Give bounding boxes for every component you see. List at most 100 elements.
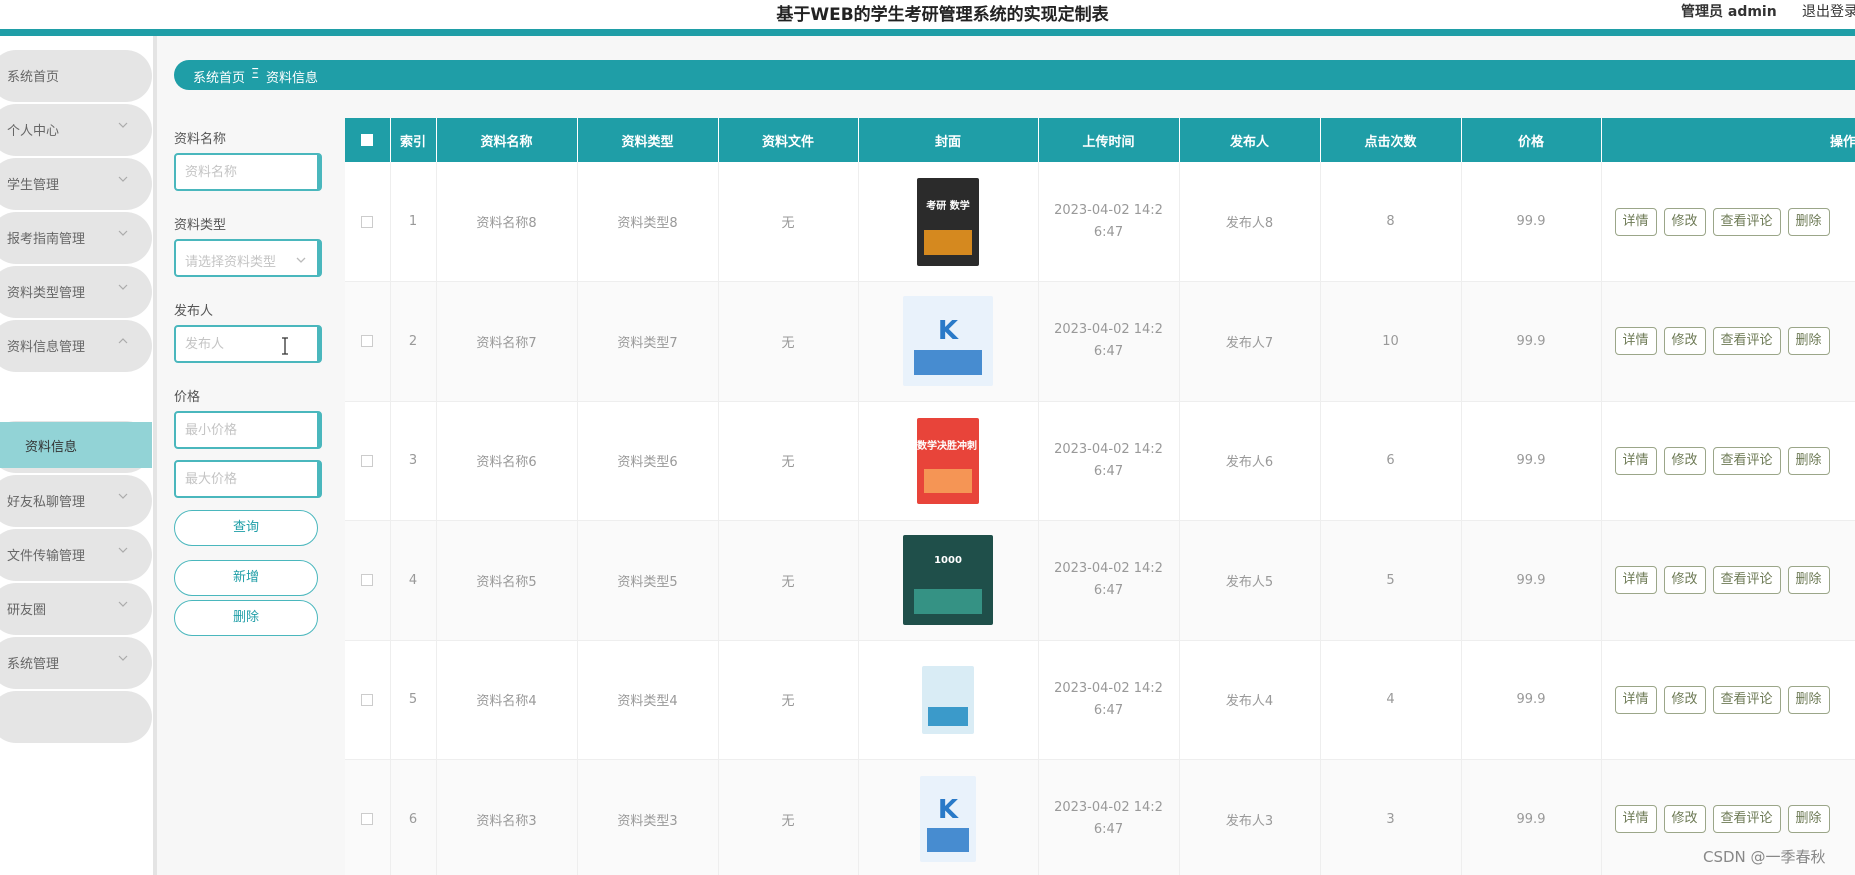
row-delete-button[interactable]: 删除: [1787, 207, 1830, 236]
delete-button[interactable]: 删除: [174, 600, 318, 636]
row-delete-button[interactable]: 删除: [1787, 566, 1830, 595]
select-all-cell[interactable]: [345, 118, 391, 162]
row-checkbox[interactable]: [361, 693, 374, 706]
chevron-down-icon: [118, 122, 128, 128]
view-comments-button[interactable]: 查看评论: [1712, 566, 1781, 595]
cell-publisher: 发布人7: [1179, 281, 1321, 402]
table-row[interactable]: 5 资料名称4 资料类型4 无 2023-04-02 14:26:47 发布人4 4 99.9…: [345, 640, 1855, 760]
cover-band: [926, 827, 970, 852]
detail-button[interactable]: 详情: [1614, 805, 1657, 834]
chevron-down-icon: [118, 547, 128, 553]
view-comments-button[interactable]: 查看评论: [1712, 805, 1781, 834]
cell-name: 资料名称3: [436, 759, 578, 875]
type-select[interactable]: 请选择资料类型: [174, 239, 322, 277]
view-comments-button[interactable]: 查看评论: [1712, 446, 1781, 475]
breadcrumb-home[interactable]: 系统首页: [193, 67, 245, 86]
sidebar-item-4[interactable]: 资料类型管理: [0, 266, 152, 318]
select-all-checkbox[interactable]: [361, 134, 374, 146]
cell-type: 资料类型6: [577, 401, 719, 521]
cell-publisher: 发布人5: [1179, 520, 1321, 641]
row-select-cell[interactable]: [345, 162, 391, 282]
cell-index: 1: [390, 162, 437, 282]
cover-image: K: [903, 774, 993, 864]
row-select-cell[interactable]: [345, 640, 391, 760]
row-select-cell[interactable]: [345, 281, 391, 402]
detail-button[interactable]: 详情: [1614, 207, 1657, 236]
sidebar-item-10[interactable]: 系统管理: [0, 637, 152, 689]
row-checkbox[interactable]: [361, 454, 374, 467]
min-price-input[interactable]: [174, 411, 322, 449]
edit-button[interactable]: 修改: [1663, 207, 1706, 236]
chevron-down-icon: [118, 230, 128, 236]
edit-button[interactable]: 修改: [1663, 685, 1706, 714]
name-label: 资料名称: [174, 132, 227, 147]
sidebar-item-9[interactable]: 研友圈: [0, 583, 152, 635]
row-select-cell[interactable]: [345, 520, 391, 641]
row-delete-button[interactable]: 删除: [1787, 327, 1830, 356]
edit-button[interactable]: 修改: [1663, 566, 1706, 595]
sidebar-item-8[interactable]: 文件传输管理: [0, 529, 152, 581]
row-delete-button[interactable]: 删除: [1787, 805, 1830, 834]
sidebar-item-5[interactable]: 资料信息管理: [0, 320, 152, 372]
cell-actions: 详情 修改 查看评论 删除: [1601, 401, 1855, 521]
col-cover: 封面: [858, 118, 1039, 162]
book-cover-graphic: 考研 数学: [917, 177, 979, 266]
logout-link[interactable]: 退出登录: [1802, 1, 1855, 21]
table-row[interactable]: 2 资料名称7 资料类型7 无 K 2023-04-02 14:26:47 发布人7 10 99…: [345, 281, 1855, 402]
cell-type: 资料类型3: [577, 759, 719, 875]
row-delete-button[interactable]: 删除: [1787, 446, 1830, 475]
table-row[interactable]: 1 资料名称8 资料类型8 无 考研 数学 2023-04-02 14:26:47 发布人8…: [345, 162, 1855, 282]
row-select-cell[interactable]: [345, 759, 391, 875]
sidebar-item-7[interactable]: 好友私聊管理: [0, 475, 152, 527]
cell-price: 99.9: [1461, 759, 1602, 875]
edit-button[interactable]: 修改: [1663, 446, 1706, 475]
publisher-input[interactable]: [174, 325, 322, 363]
cover-title: K: [937, 316, 959, 347]
detail-button[interactable]: 详情: [1614, 566, 1657, 595]
detail-button[interactable]: 详情: [1614, 446, 1657, 475]
name-input[interactable]: [174, 153, 322, 191]
view-comments-button[interactable]: 查看评论: [1712, 685, 1781, 714]
sidebar-item-more[interactable]: [0, 691, 152, 743]
row-checkbox[interactable]: [361, 335, 374, 348]
add-button[interactable]: 新增: [174, 560, 318, 596]
detail-button[interactable]: 详情: [1614, 685, 1657, 714]
type-label: 资料类型: [174, 218, 227, 233]
cell-clicks: 5: [1320, 520, 1462, 641]
cover-band: [924, 230, 972, 255]
row-checkbox[interactable]: [361, 813, 374, 826]
sidebar-item-1[interactable]: 个人中心: [0, 104, 152, 156]
edit-button[interactable]: 修改: [1663, 805, 1706, 834]
sidebar-item-label: 报考指南管理: [7, 232, 86, 247]
upload-time-text: 2023-04-02 14:26:47: [1054, 441, 1163, 479]
cell-price: 99.9: [1461, 162, 1602, 282]
cell-actions: 详情 修改 查看评论 删除: [1601, 640, 1855, 760]
view-comments-button[interactable]: 查看评论: [1712, 207, 1781, 236]
view-comments-button[interactable]: 查看评论: [1712, 327, 1781, 356]
cell-clicks: 4: [1320, 640, 1462, 760]
sidebar-item-label: 资料信息管理: [7, 340, 86, 355]
cell-clicks: 8: [1320, 162, 1462, 282]
sidebar-subitem-active[interactable]: 资料信息: [0, 422, 152, 468]
table-header: 索引 资料名称 资料类型 资料文件 封面 上传时间 发布人 点击次数 价格 操作: [345, 118, 1855, 162]
max-price-input[interactable]: [174, 460, 322, 498]
sidebar-item-0[interactable]: 系统首页: [0, 50, 152, 102]
row-checkbox[interactable]: [361, 574, 374, 587]
query-button[interactable]: 查询: [174, 510, 318, 546]
table-row[interactable]: 6 资料名称3 资料类型3 无 K 2023-04-02 14:26:47 发布人3 3 99.…: [345, 759, 1855, 875]
table-row[interactable]: 4 资料名称5 资料类型5 无 1000 2023-04-02 14:26:47 发布人5 5…: [345, 520, 1855, 641]
sidebar-item-3[interactable]: 报考指南管理: [0, 212, 152, 264]
breadcrumb-separator: Ξ: [251, 67, 260, 82]
cell-actions: 详情 修改 查看评论 删除: [1601, 162, 1855, 282]
row-select-cell[interactable]: [345, 401, 391, 521]
header-accent-bar: [0, 29, 1855, 36]
table-row[interactable]: 3资料名称6资料类型6无 数学决胜冲刺 6套卷 2023-04-02 14:26:4…: [345, 401, 1855, 521]
sidebar-item-2[interactable]: 学生管理: [0, 158, 152, 210]
cover-image: 考研 数学: [903, 177, 993, 267]
row-checkbox[interactable]: [361, 215, 374, 228]
row-delete-button[interactable]: 删除: [1787, 685, 1830, 714]
chevron-down-icon: [118, 601, 128, 607]
detail-button[interactable]: 详情: [1614, 327, 1657, 356]
book-cover-graphic: 数学决胜冲刺 6套卷: [917, 417, 979, 504]
edit-button[interactable]: 修改: [1663, 327, 1706, 356]
